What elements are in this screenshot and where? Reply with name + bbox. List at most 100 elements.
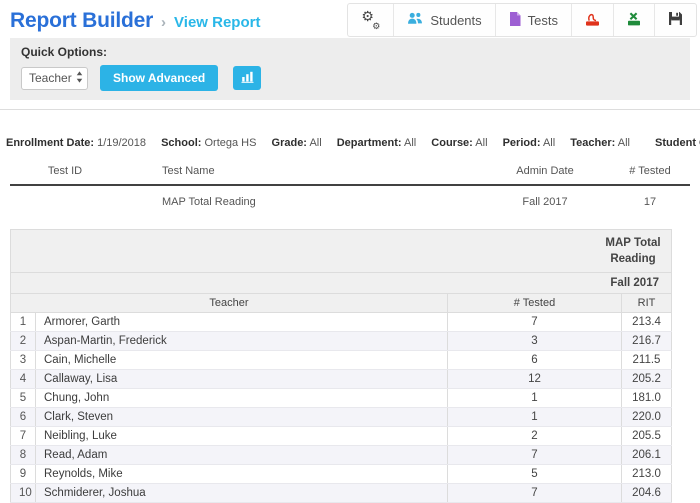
teacher-name-cell: Read, Adam — [36, 446, 448, 465]
test-group-header: MAP Total Reading — [603, 235, 663, 267]
breadcrumb-view-report: View Report — [174, 14, 260, 31]
filter-grade: Grade: All — [272, 137, 322, 149]
test-summary-header-row: Test ID Test Name Admin Date # Tested — [10, 161, 690, 185]
test-summary-table: Test ID Test Name Admin Date # Tested MA… — [10, 161, 690, 212]
show-advanced-button[interactable]: Show Advanced — [100, 65, 218, 91]
col-rit: RIT — [622, 294, 672, 313]
tests-button[interactable]: Tests — [495, 4, 571, 36]
pdf-export-icon — [585, 12, 600, 29]
row-index-cell: 2 — [11, 332, 36, 351]
tested-count-cell: 1 — [448, 408, 622, 427]
row-index-cell: 9 — [11, 465, 36, 484]
table-row: 1 Armorer, Garth 7 213.4 — [11, 313, 672, 332]
col-test-id: Test ID — [10, 161, 120, 185]
export-excel-button[interactable] — [613, 4, 654, 36]
save-report-button[interactable] — [654, 4, 696, 36]
tested-count-cell: 12 — [448, 370, 622, 389]
filter-course: Course: All — [431, 137, 487, 149]
filter-school: School: Ortega HS — [161, 137, 256, 149]
teacher-name-cell: Neibling, Luke — [36, 427, 448, 446]
rit-score-cell: 220.0 — [622, 408, 672, 427]
rit-score-cell: 206.1 — [622, 446, 672, 465]
chart-view-button[interactable] — [233, 66, 261, 90]
tested-count-cell: 7 — [448, 484, 622, 503]
tests-file-icon — [509, 12, 521, 29]
teacher-name-cell: Chung, John — [36, 389, 448, 408]
section-divider — [0, 109, 700, 110]
teacher-name-cell: Schmiderer, Joshua — [36, 484, 448, 503]
rit-score-cell: 213.4 — [622, 313, 672, 332]
col-teacher: Teacher — [11, 294, 448, 313]
quick-options-selected-value: Teacher — [29, 71, 72, 85]
test-group-header-cell: MAP Total Reading — [11, 230, 672, 273]
rit-score-cell: 205.2 — [622, 370, 672, 389]
rit-score-cell: 211.5 — [622, 351, 672, 370]
tested-count-cell: 7 — [448, 446, 622, 465]
students-button-label: Students — [430, 13, 481, 28]
tested-count-cell: 1 — [448, 389, 622, 408]
save-icon — [668, 11, 683, 29]
table-row: 7 Neibling, Luke 2 205.5 — [11, 427, 672, 446]
quick-options-select[interactable]: Teacher — [21, 67, 88, 90]
test-summary-row: MAP Total Reading Fall 2017 17 — [10, 185, 690, 212]
settings-button[interactable]: ⚙⚙ — [348, 4, 393, 36]
row-index-cell: 10 — [11, 484, 36, 503]
table-row: 6 Clark, Steven 1 220.0 — [11, 408, 672, 427]
admin-date-cell: Fall 2017 — [480, 185, 610, 212]
tested-count-cell: 6 — [448, 351, 622, 370]
tested-count-cell: 3 — [448, 332, 622, 351]
num-tested-cell: 17 — [610, 185, 690, 212]
teacher-name-cell: Cain, Michelle — [36, 351, 448, 370]
teacher-name-cell: Reynolds, Mike — [36, 465, 448, 484]
row-index-cell: 5 — [11, 389, 36, 408]
breadcrumb-chevron-icon: › — [161, 14, 166, 31]
quick-options-panel: Quick Options: Teacher Show Advanced — [10, 38, 690, 100]
table-row: 10 Schmiderer, Joshua 7 204.6 — [11, 484, 672, 503]
page-title: Report Builder — [10, 9, 153, 33]
rit-score-cell: 216.7 — [622, 332, 672, 351]
excel-export-icon — [627, 12, 641, 29]
test-group-header-row: MAP Total Reading — [11, 230, 672, 273]
bar-chart-icon — [241, 71, 254, 86]
export-pdf-button[interactable] — [571, 4, 613, 36]
row-index-cell: 7 — [11, 427, 36, 446]
table-row: 2 Aspan-Martin, Frederick 3 216.7 — [11, 332, 672, 351]
quick-options-label: Quick Options: — [21, 45, 679, 59]
teacher-name-cell: Armorer, Garth — [36, 313, 448, 332]
filter-teacher: Teacher: All — [570, 137, 630, 149]
test-name-cell: MAP Total Reading — [120, 185, 480, 212]
report-filter-summary: Enrollment Date: 1/19/2018 School: Orteg… — [0, 137, 700, 149]
rit-score-cell: 181.0 — [622, 389, 672, 408]
toolbar: ⚙⚙ Students Tests — [347, 3, 697, 37]
rit-score-cell: 205.5 — [622, 427, 672, 446]
students-icon — [407, 12, 423, 28]
table-row: 3 Cain, Michelle 6 211.5 — [11, 351, 672, 370]
row-index-cell: 4 — [11, 370, 36, 389]
row-index-cell: 3 — [11, 351, 36, 370]
rit-score-cell: 204.6 — [622, 484, 672, 503]
filter-enrollment-date: Enrollment Date: 1/19/2018 — [6, 137, 146, 149]
tested-count-cell: 5 — [448, 465, 622, 484]
select-stepper-icon — [76, 71, 83, 86]
table-row: 8 Read, Adam 7 206.1 — [11, 446, 672, 465]
filter-student-count: Student Count: 314 — [655, 137, 700, 149]
filter-period: Period: All — [503, 137, 556, 149]
table-row: 4 Callaway, Lisa 12 205.2 — [11, 370, 672, 389]
table-row: 5 Chung, John 1 181.0 — [11, 389, 672, 408]
col-num-tested: # Tested — [610, 161, 690, 185]
tested-count-cell: 7 — [448, 313, 622, 332]
column-header-row: Teacher # Tested RIT — [11, 294, 672, 313]
col-admin-date: Admin Date — [480, 161, 610, 185]
col-tested: # Tested — [448, 294, 622, 313]
col-test-name: Test Name — [120, 161, 480, 185]
filter-department: Department: All — [337, 137, 416, 149]
row-index-cell: 6 — [11, 408, 36, 427]
report-results-table: MAP Total Reading Fall 2017 Teacher # Te… — [10, 229, 672, 503]
teacher-name-cell: Aspan-Martin, Frederick — [36, 332, 448, 351]
table-row: 9 Reynolds, Mike 5 213.0 — [11, 465, 672, 484]
term-header-cell: Fall 2017 — [11, 273, 672, 294]
term-header-row: Fall 2017 — [11, 273, 672, 294]
students-button[interactable]: Students — [393, 4, 494, 36]
gears-icon: ⚙⚙ — [361, 12, 380, 28]
test-id-cell — [10, 185, 120, 212]
